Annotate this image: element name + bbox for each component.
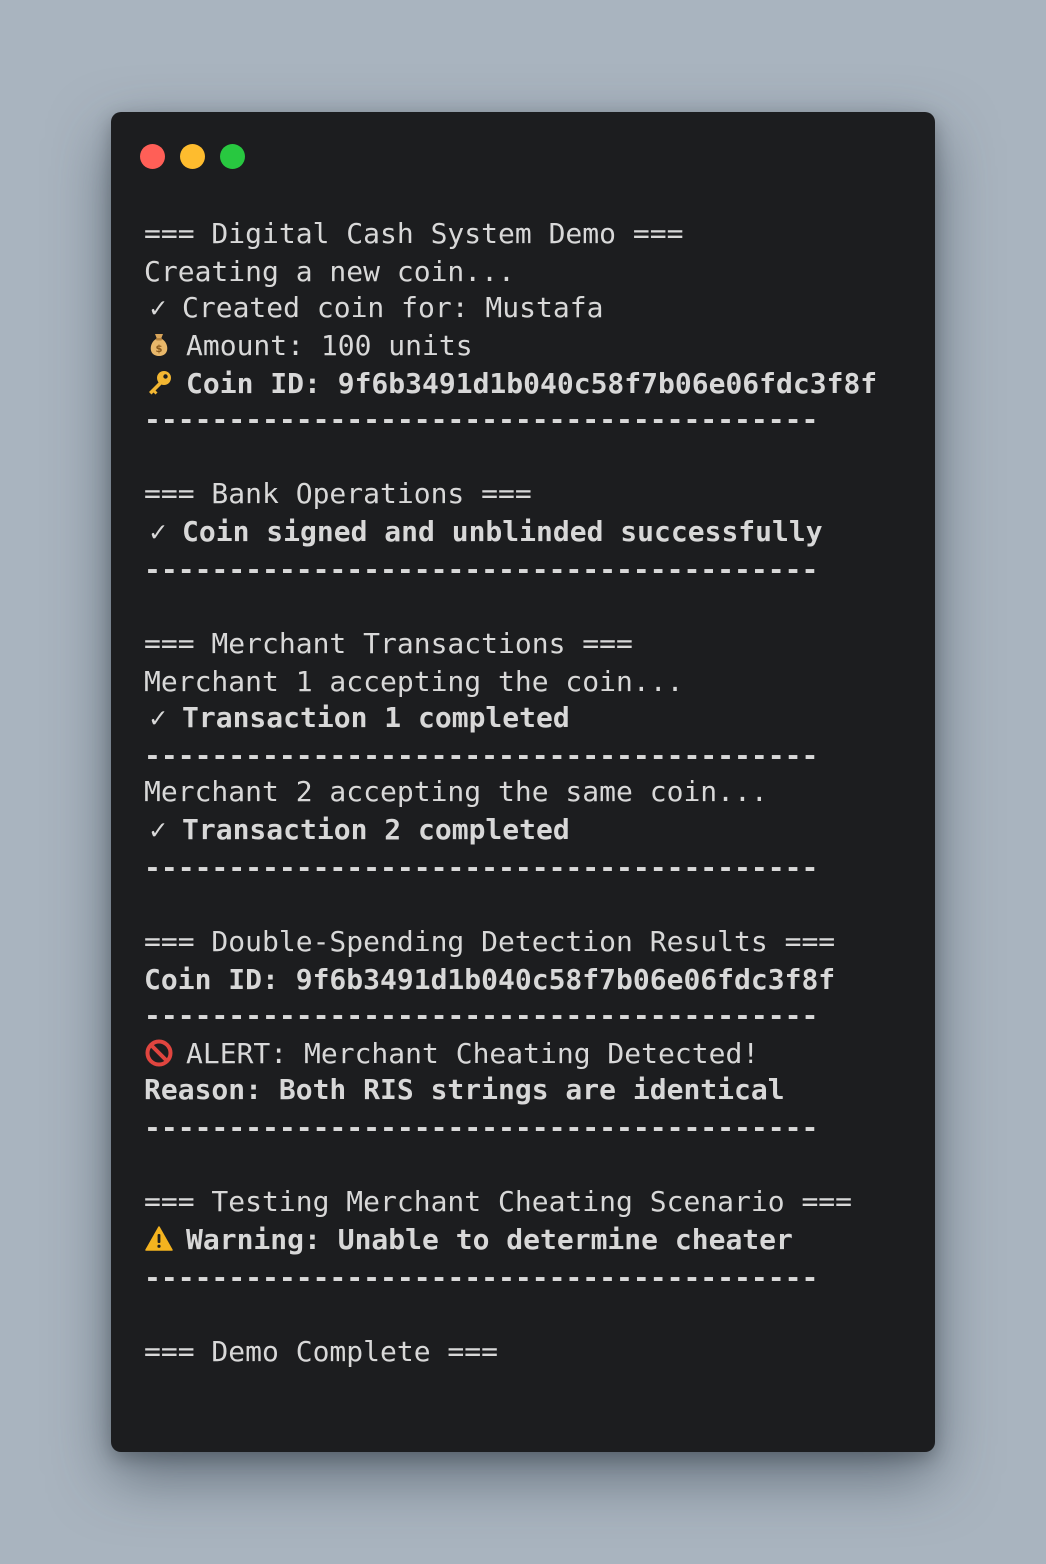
output-line-created-coin: ✓ Created coin for: Mustafa — [144, 289, 604, 327]
svg-text:$: $ — [156, 344, 163, 355]
check-icon: ✓ — [149, 291, 167, 324]
output-line-creating: Creating a new coin... — [144, 255, 515, 288]
output-line-amount: $ Amount: 100 units — [144, 327, 473, 365]
section-header-merchant: === Merchant Transactions === — [144, 627, 633, 660]
separator: ---------------------------------------- — [144, 1261, 819, 1294]
key-icon — [144, 368, 174, 398]
output-line-alert: ALERT: Merchant Cheating Detected! — [144, 1035, 759, 1073]
separator: ---------------------------------------- — [144, 739, 819, 772]
terminal-output: === Digital Cash System Demo === Creatin… — [144, 112, 924, 1368]
separator: ---------------------------------------- — [144, 553, 819, 586]
section-header-demo: === Digital Cash System Demo === — [144, 217, 684, 250]
section-header-detection: === Double-Spending Detection Results ==… — [144, 925, 836, 958]
check-icon: ✓ — [149, 515, 167, 548]
separator: ---------------------------------------- — [144, 999, 819, 1032]
section-header-bank: === Bank Operations === — [144, 477, 532, 510]
separator: ---------------------------------------- — [144, 1111, 819, 1144]
output-line-transaction-1: ✓ Transaction 1 completed — [144, 699, 570, 737]
warning-icon — [144, 1224, 174, 1254]
output-line-reason: Reason: Both RIS strings are identical — [144, 1073, 785, 1106]
section-header-complete: === Demo Complete === — [144, 1335, 499, 1368]
section-header-testing: === Testing Merchant Cheating Scenario =… — [144, 1185, 853, 1218]
separator: ---------------------------------------- — [144, 403, 819, 436]
output-line-bank-result: ✓ Coin signed and unblinded successfully — [144, 513, 823, 551]
output-line-merchant-2: Merchant 2 accepting the same coin... — [144, 775, 768, 808]
check-icon: ✓ — [149, 701, 167, 734]
separator: ---------------------------------------- — [144, 851, 819, 884]
check-icon: ✓ — [149, 813, 167, 846]
money-bag-icon: $ — [144, 330, 174, 360]
terminal-window: === Digital Cash System Demo === Creatin… — [111, 112, 935, 1452]
output-line-warning: Warning: Unable to determine cheater — [144, 1221, 793, 1259]
output-line-detect-coin-id: Coin ID: 9f6b3491d1b040c58f7b06e06fdc3f8… — [144, 963, 836, 996]
output-line-merchant-1: Merchant 1 accepting the coin... — [144, 665, 684, 698]
output-line-coin-id: Coin ID: 9f6b3491d1b040c58f7b06e06fdc3f8… — [144, 365, 877, 403]
prohibited-icon — [144, 1038, 174, 1068]
output-line-transaction-2: ✓ Transaction 2 completed — [144, 811, 570, 849]
